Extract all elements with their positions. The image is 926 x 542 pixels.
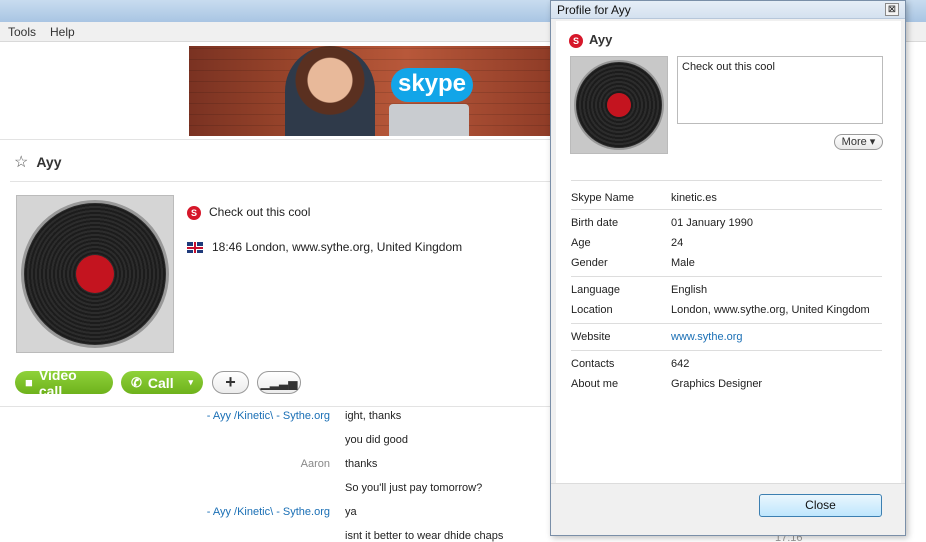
video-call-label: Video call [38, 366, 77, 399]
ad-banner[interactable]: skype [189, 46, 551, 136]
divider [571, 350, 882, 351]
chat-row: isnt it better to wear dhide chaps [0, 530, 550, 542]
banner-laptop-image [389, 104, 469, 136]
mood-message: S Check out this cool [187, 205, 310, 220]
mood-text: Check out this cool [209, 205, 311, 219]
profile-avatar [570, 56, 668, 154]
chat-row: - Ayy /Kinetic\ - Sythe.org ya [0, 506, 550, 530]
chat-sender[interactable]: - Ayy /Kinetic\ - Sythe.org [207, 410, 330, 422]
chat-sender[interactable]: - Ayy /Kinetic\ - Sythe.org [207, 506, 330, 518]
call-button[interactable]: ✆ Call ▾ [121, 371, 203, 394]
call-quality-button[interactable]: ▁▂▃▅ [257, 371, 301, 394]
chat-message: you did good [345, 434, 408, 446]
signal-bars-icon: ▁▂▃▅ [260, 375, 298, 390]
chat-row: you did good [0, 434, 550, 458]
field-label-location: Location [571, 304, 613, 316]
video-call-button[interactable]: ■ Video call [15, 367, 113, 399]
profile-name: Ayy [589, 32, 613, 47]
field-value-contacts: 642 [671, 358, 690, 370]
profile-name-row: S Ayy [569, 32, 612, 48]
field-value-age: 24 [671, 237, 684, 249]
divider [0, 406, 550, 407]
skype-status-icon: S [187, 205, 201, 220]
contact-avatar [16, 195, 174, 353]
more-label: More [841, 136, 867, 148]
chat-message: isnt it better to wear dhide chaps [345, 530, 504, 542]
phone-icon: ✆ [131, 374, 142, 390]
field-label-website: Website [571, 331, 611, 343]
chevron-down-icon: ▾ [869, 136, 876, 148]
field-value-gender: Male [671, 257, 695, 269]
contact-name: Ayy [36, 154, 62, 170]
chat-sender: Aaron [300, 458, 330, 470]
contact-header: ☆ Ayy [14, 152, 62, 172]
profile-mood-box: Check out this cool [677, 56, 883, 124]
field-label-contacts: Contacts [571, 358, 615, 370]
divider [571, 276, 882, 277]
location-info: 18:46 London, www.sythe.org, United King… [187, 240, 462, 254]
skype-status-icon: S [569, 33, 583, 48]
location-text: 18:46 London, www.sythe.org, United King… [212, 240, 463, 254]
add-button[interactable]: + [212, 371, 249, 394]
skype-logo: skype [391, 68, 473, 102]
field-label-gender: Gender [571, 257, 608, 269]
uk-flag-icon [187, 242, 203, 254]
chat-row: - Ayy /Kinetic\ - Sythe.org ight, thanks [0, 410, 550, 434]
field-value-skype-name: kinetic.es [671, 192, 717, 204]
menu-help[interactable]: Help [50, 25, 75, 39]
divider [0, 139, 550, 140]
divider [571, 209, 882, 210]
divider [10, 181, 550, 182]
divider [571, 323, 882, 324]
field-label-about-me: About me [571, 378, 619, 390]
field-value-birth-date: 01 January 1990 [671, 217, 753, 229]
profile-title-bar[interactable]: Profile for Ayy ⊠ [551, 1, 905, 19]
video-camera-icon: ■ [25, 375, 33, 390]
banner-person-image [285, 46, 375, 136]
divider [571, 180, 882, 181]
menu-tools[interactable]: Tools [8, 25, 36, 39]
more-dropdown-button[interactable]: More ▾ [834, 134, 883, 150]
chat-message: thanks [345, 458, 378, 470]
field-value-language: English [671, 284, 708, 296]
chat-message: ight, thanks [345, 410, 402, 422]
vinyl-record-image [21, 200, 169, 348]
field-label-language: Language [571, 284, 620, 296]
chat-row: Aaron thanks [0, 458, 550, 482]
field-value-about-me: Graphics Designer [671, 378, 763, 390]
chevron-down-icon[interactable]: ▾ [188, 377, 193, 388]
website-link[interactable]: www.sythe.org [671, 331, 743, 343]
field-label-skype-name: Skype Name [571, 192, 634, 204]
call-label: Call [147, 374, 174, 391]
profile-title: Profile for Ayy [557, 3, 631, 17]
close-button[interactable]: Close [759, 494, 882, 517]
field-label-birth-date: Birth date [571, 217, 619, 229]
chat-row: So you'll just pay tomorrow? [0, 482, 550, 506]
field-label-age: Age [571, 237, 591, 249]
vinyl-record-image [574, 60, 664, 150]
favorite-star-icon[interactable]: ☆ [14, 154, 28, 171]
field-value-location: London, www.sythe.org, United Kingdom [671, 304, 870, 316]
close-icon[interactable]: ⊠ [885, 3, 899, 16]
chat-message: ya [345, 506, 357, 518]
chat-message: So you'll just pay tomorrow? [345, 482, 483, 494]
